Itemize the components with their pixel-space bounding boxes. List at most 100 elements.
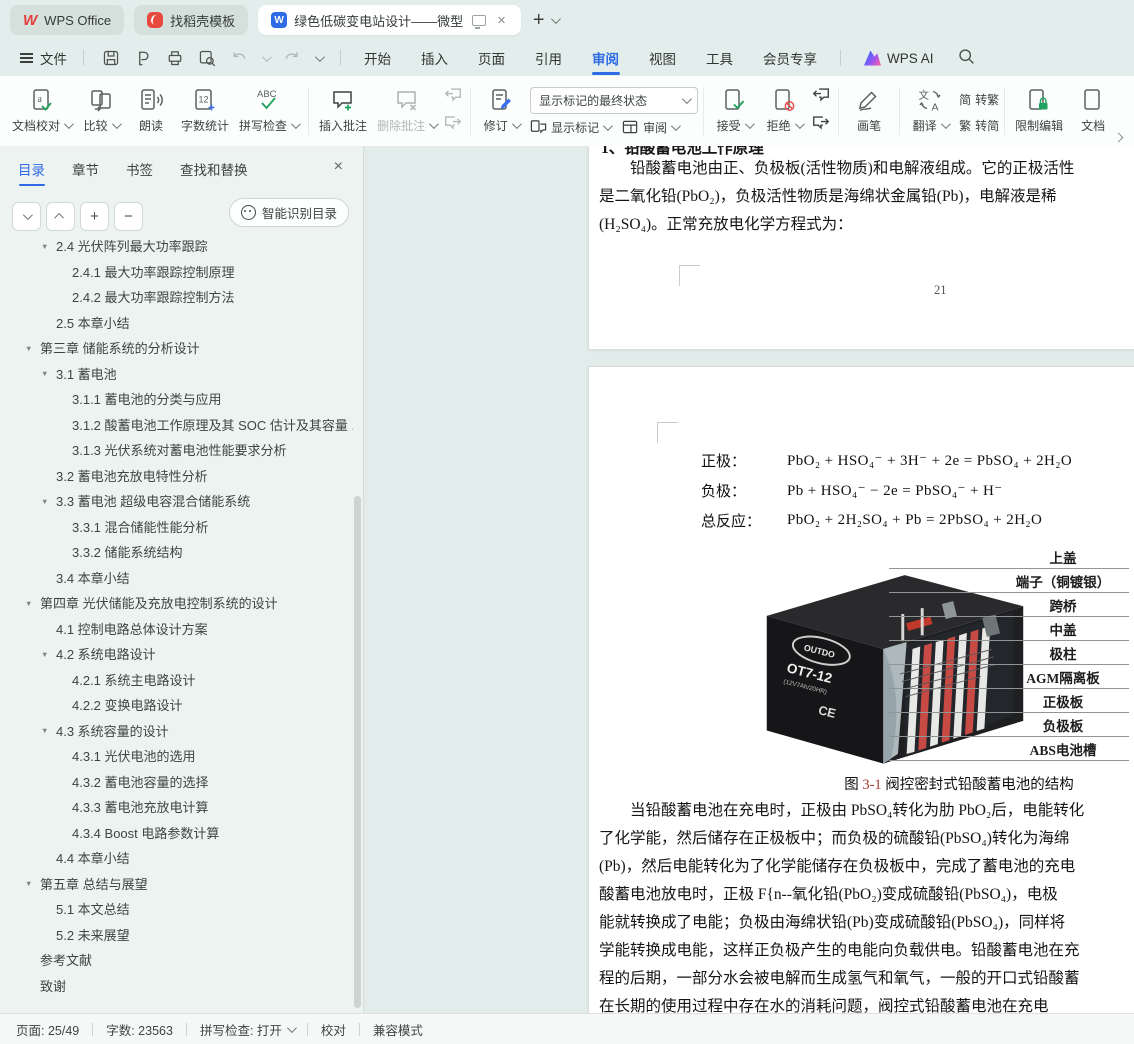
body-text-line[interactable]: (H₂SO₄)。正常充放电化学方程式为： xyxy=(599,212,853,234)
toc-item[interactable]: ▼ 4.1 控制电路总体设计方案 xyxy=(0,616,353,642)
toc-item[interactable]: ▼ 3.4 本章小结 xyxy=(0,565,353,591)
toc-collapse-triangle-icon[interactable]: ▼ xyxy=(41,650,48,659)
search-icon[interactable] xyxy=(957,47,976,69)
body-text-line[interactable]: 酸蓄电池放电时，正极 F{n--氧化铅(PbO₂)变成硫酸铅(PbSO₄)，电极 xyxy=(599,881,1134,909)
word-count-button[interactable]: 12 字数统计 xyxy=(176,84,234,138)
toc-item[interactable]: ▼ 4.3 系统容量的设计 xyxy=(0,718,353,744)
simplified-to-traditional-button[interactable]: 简 转繁 xyxy=(959,91,999,108)
equation-row[interactable]: 负极： Pb + HSO₄⁻ − 2e = PbSO₄⁻ + H⁻ xyxy=(701,475,1072,505)
document-page-22[interactable]: 正极： PbO₂ + HSO₄⁻ + 3H⁻ + 2e = PbSO₄ + 2H… xyxy=(588,366,1134,1014)
menu-item-home[interactable]: 开始 xyxy=(349,40,406,76)
reject-change-button[interactable]: 拒绝 xyxy=(759,84,809,138)
next-change-icon[interactable] xyxy=(811,114,831,136)
word-count-indicator[interactable]: 字数: 23563 xyxy=(106,1020,173,1039)
toc-item[interactable]: ▼ 4.2.2 变换电路设计 xyxy=(0,692,353,718)
toc-previous-heading-button[interactable] xyxy=(46,201,75,231)
toc-item[interactable]: ▼ 4.2.1 系统主电路设计 xyxy=(0,667,353,693)
toc-collapse-triangle-icon[interactable]: ▼ xyxy=(41,242,48,251)
tab-document[interactable]: W 绿色低碳变电站设计——微型 × xyxy=(258,5,521,35)
toc-item[interactable]: ▼ 4.4 本章小结 xyxy=(0,845,353,871)
track-changes-button[interactable]: 修订 xyxy=(476,84,526,138)
doc-proof-button[interactable]: a 文档校对 xyxy=(7,84,76,138)
toc-item[interactable]: ▼ 4.3.3 蓄电池充放电计算 xyxy=(0,794,353,820)
body-text-line[interactable]: (Pb)，然后电能转化为了化学能储存在负极板中，完成了蓄电池的充电 xyxy=(599,853,1134,881)
toc-next-heading-button[interactable] xyxy=(12,201,41,231)
body-text-line[interactable]: 程的后期，一部分水会被电解而生成氢气和氧气，一般的开口式铅酸蓄 xyxy=(599,965,1134,993)
insert-comment-button[interactable]: 插入批注 xyxy=(314,84,372,138)
toc-item[interactable]: ▼ 2.4.2 最大功率跟踪控制方法 xyxy=(0,284,353,310)
body-text-line[interactable]: 当铅酸蓄电池在充电时，正极由 PbSO₄转化为肋 PbO₂后，电能转化 xyxy=(599,797,1134,825)
accept-change-button[interactable]: 接受 xyxy=(709,84,759,138)
body-text-line[interactable]: 铅酸蓄电池由正、负极板(活性物质)和电解液组成。它的正极活性 xyxy=(599,156,1074,178)
spellcheck-status[interactable]: 拼写检查: 打开 xyxy=(200,1020,297,1039)
smart-recognize-toc-button[interactable]: 智能识别目录 xyxy=(228,198,349,227)
print-preview-icon[interactable] xyxy=(198,49,216,67)
toc-collapse-triangle-icon[interactable]: ▼ xyxy=(41,726,48,735)
toc-item[interactable]: ▼ 参考文献 xyxy=(0,947,353,973)
toc-item[interactable]: ▼ 3.2 蓄电池充放电特性分析 xyxy=(0,463,353,489)
tab-wps-home[interactable]: W WPS Office xyxy=(10,5,125,35)
wps-ai-button[interactable]: WPS AI xyxy=(849,40,949,76)
menu-item-reference[interactable]: 引用 xyxy=(520,40,577,76)
toc-collapse-triangle-icon[interactable]: ▼ xyxy=(25,879,32,888)
menu-item-member[interactable]: 会员专享 xyxy=(748,40,832,76)
toc-expand-all-button[interactable]: + xyxy=(80,201,109,231)
print-icon[interactable] xyxy=(166,49,184,67)
document-permission-button[interactable]: 文档 xyxy=(1068,84,1118,138)
toc-item[interactable]: ▼ 3.1.2 酸蓄电池工作原理及其 SOC 估计及其容量 ... xyxy=(0,412,353,438)
body-text-line[interactable]: 能就转换成了电能；负极由海绵状铅(Pb)变成硫酸铅(PbSO₄)，同样将 xyxy=(599,909,1134,937)
menu-item-review[interactable]: 审阅 xyxy=(577,40,634,76)
toc-item[interactable]: ▼ 第四章 光伏储能及充放电控制系统的设计 xyxy=(0,590,353,616)
toc-item[interactable]: ▼ 第五章 总结与展望 xyxy=(0,871,353,897)
toc-collapse-all-button[interactable]: − xyxy=(114,201,143,231)
new-tab-button[interactable]: + xyxy=(533,9,545,32)
toc-item[interactable]: ▼ 致谢 xyxy=(0,973,353,999)
file-menu-button[interactable]: 文件 xyxy=(12,48,75,68)
body-text-line[interactable]: 了化学能，然后储存在正极板中；而负极的硫酸铅(PbSO₄)转化为海绵 xyxy=(599,825,1134,853)
toc-item[interactable]: ▼ 5.2 未来展望 xyxy=(0,922,353,948)
proofread-button[interactable]: 校对 xyxy=(321,1020,346,1039)
toc-item[interactable]: ▼ 3.1.3 光伏系统对蓄电池性能要求分析 xyxy=(0,437,353,463)
equation-row[interactable]: 正极： PbO₂ + HSO₄⁻ + 3H⁻ + 2e = PbSO₄ + 2H… xyxy=(701,445,1072,475)
toc-item[interactable]: ▼ 3.3.1 混合储能性能分析 xyxy=(0,514,353,540)
menu-item-page[interactable]: 页面 xyxy=(463,40,520,76)
toc-item[interactable]: ▼ 2.5 本章小结 xyxy=(0,310,353,336)
sidebar-scrollbar-thumb[interactable] xyxy=(354,496,361,1008)
ink-pen-button[interactable]: 画笔 xyxy=(844,84,894,138)
toc-item[interactable]: ▼ 3.1.1 蓄电池的分类与应用 xyxy=(0,386,353,412)
close-tab-icon[interactable]: × xyxy=(495,13,508,28)
review-pane-button[interactable]: 审阅 xyxy=(622,119,681,136)
toc-collapse-triangle-icon[interactable]: ▼ xyxy=(25,344,32,353)
body-text-line[interactable]: 在长期的使用过程中存在水的消耗问题，阀控式铅酸蓄电池在充电 xyxy=(599,993,1134,1014)
toc-collapse-triangle-icon[interactable]: ▼ xyxy=(41,497,48,506)
previous-change-icon[interactable] xyxy=(811,86,831,108)
spell-check-button[interactable]: ABC 拼写检查 xyxy=(234,84,303,138)
sidebar-tab-bookmarks[interactable]: 书签 xyxy=(126,146,153,192)
toc-item[interactable]: ▼ 4.3.1 光伏电池的选用 xyxy=(0,743,353,769)
toc-item[interactable]: ▼ 3.3 蓄电池 超级电容混合储能系统 xyxy=(0,488,353,514)
toc-item[interactable]: ▼ 4.3.2 蓄电池容量的选择 xyxy=(0,769,353,795)
toc-item[interactable]: ▼ 4.3.4 Boost 电路参数计算 xyxy=(0,820,353,846)
show-markup-button[interactable]: 显示标记 xyxy=(530,119,613,136)
save-icon[interactable] xyxy=(102,49,120,67)
export-pdf-icon[interactable] xyxy=(134,49,152,67)
toc-item[interactable]: ▼ 2.4 光伏阵列最大功率跟踪 xyxy=(0,240,353,259)
toc-item[interactable]: ▼ 2.4.1 最大功率跟踪控制原理 xyxy=(0,259,353,285)
body-text-line[interactable]: 是二氧化铅(PbO₂)，负极活性物质是海绵状金属铅(Pb)，电解液是稀 xyxy=(599,184,1057,206)
compare-button[interactable]: 比较 xyxy=(76,84,126,138)
toc-collapse-triangle-icon[interactable]: ▼ xyxy=(25,599,32,608)
close-sidebar-icon[interactable]: × xyxy=(334,158,343,176)
toc-item[interactable]: ▼ 3.1 蓄电池 xyxy=(0,361,353,387)
markup-state-dropdown[interactable]: 显示标记的最终状态 xyxy=(530,86,699,114)
figure-caption[interactable]: 图 3-1 阀控密封式铅酸蓄电池的结构 xyxy=(739,773,1134,794)
toc-item[interactable]: ▼ 第三章 储能系统的分析设计 xyxy=(0,335,353,361)
body-text-line[interactable]: 学能转换成电能，这样正负极产生的电能向负载供电。铅酸蓄电池在充 xyxy=(599,937,1134,965)
sidebar-tab-find-replace[interactable]: 查找和替换 xyxy=(180,146,248,192)
tab-docer-templates[interactable]: 找稻壳模板 xyxy=(134,5,249,35)
toc-item[interactable]: ▼ 3.3.2 储能系统结构 xyxy=(0,539,353,565)
equation-row[interactable]: 总反应： PbO₂ + 2H₂SO₄ + Pb = 2PbSO₄ + 2H₂O xyxy=(701,505,1072,535)
menu-item-tools[interactable]: 工具 xyxy=(691,40,748,76)
menu-item-view[interactable]: 视图 xyxy=(634,40,691,76)
tab-list-chevron-icon[interactable] xyxy=(550,13,561,24)
traditional-to-simplified-button[interactable]: 繁 转简 xyxy=(959,117,999,134)
